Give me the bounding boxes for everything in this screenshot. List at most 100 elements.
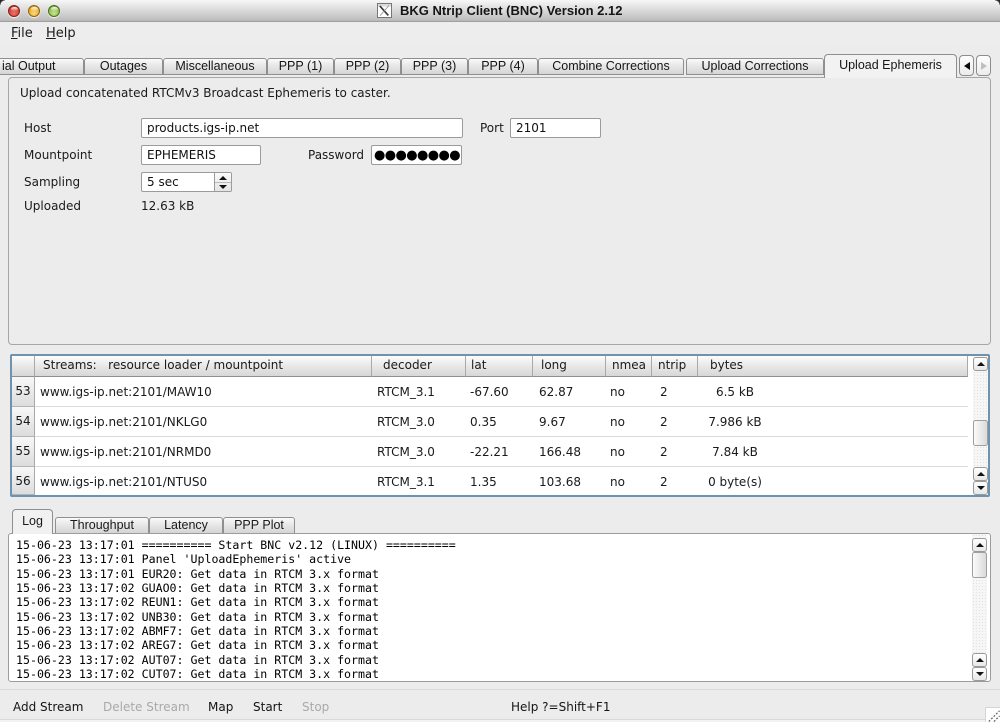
- down-arrow-icon: [977, 486, 985, 490]
- up-arrow-icon: [977, 472, 985, 476]
- host-label: Host: [24, 121, 51, 135]
- cell-long[interactable]: 62.87: [539, 377, 573, 407]
- log-scroll-up-button-2[interactable]: [972, 653, 987, 667]
- sampling-spinbox[interactable]: 5 sec: [141, 172, 232, 192]
- window-corner-right: [995, 0, 1000, 5]
- cell-nmea[interactable]: no: [610, 407, 625, 437]
- log-line: 15-06-23 13:17:02 AUT07: Get data in RTC…: [16, 653, 379, 667]
- cell-nmea[interactable]: no: [610, 377, 625, 407]
- cell-lat[interactable]: 1.35: [470, 467, 497, 497]
- tab-serial-output[interactable]: ial Output: [0, 58, 84, 75]
- close-button[interactable]: [8, 5, 20, 17]
- tab-ppp-2[interactable]: PPP (2): [334, 58, 401, 75]
- cell-ntrip[interactable]: 2: [660, 437, 668, 467]
- minimize-button[interactable]: [28, 5, 40, 17]
- cell-ntrip[interactable]: 2: [660, 407, 668, 437]
- cell-bytes[interactable]: 0 byte(s): [698, 467, 772, 497]
- row-header[interactable]: 54: [12, 407, 35, 437]
- mountpoint-label: Mountpoint: [24, 148, 92, 162]
- row-header[interactable]: 55: [12, 437, 35, 467]
- start-button[interactable]: Start: [253, 700, 282, 715]
- tab-ppp-3[interactable]: PPP (3): [401, 58, 468, 75]
- stop-button[interactable]: Stop: [302, 700, 329, 715]
- cell-bytes[interactable]: 7.986 kB: [698, 407, 772, 437]
- table-scroll-up-button[interactable]: [973, 357, 988, 371]
- cell-decoder[interactable]: RTCM_3.0: [377, 437, 435, 467]
- col-header-long[interactable]: long: [533, 356, 606, 377]
- cell-nmea[interactable]: no: [610, 467, 625, 497]
- add-stream-button[interactable]: Add Stream: [13, 700, 83, 715]
- left-arrow-icon: [964, 62, 970, 70]
- tab-ppp-4[interactable]: PPP (4): [468, 58, 538, 75]
- window-corner-left: [0, 0, 5, 5]
- cell-lat[interactable]: -22.21: [470, 437, 509, 467]
- table-scroll-up-button-2[interactable]: [973, 467, 988, 481]
- cell-ntrip[interactable]: 2: [660, 467, 668, 497]
- menu-file[interactable]: File: [11, 26, 33, 42]
- cell-mountpoint[interactable]: www.igs-ip.net:2101/NKLG0: [40, 407, 207, 437]
- port-label: Port: [480, 121, 504, 135]
- cell-mountpoint[interactable]: www.igs-ip.net:2101/MAW10: [40, 377, 212, 407]
- menu-help[interactable]: Help: [46, 26, 76, 42]
- zoom-button[interactable]: [48, 5, 60, 17]
- sampling-value: 5 sec: [147, 173, 179, 191]
- table-scroll-down-button[interactable]: [973, 481, 988, 495]
- cell-mountpoint[interactable]: www.igs-ip.net:2101/NTUS0: [40, 467, 207, 497]
- cell-long[interactable]: 103.68: [539, 467, 581, 497]
- tab-scroll-right-button[interactable]: [976, 55, 991, 76]
- cell-lat[interactable]: 0.35: [470, 407, 497, 437]
- log-line: 15-06-23 13:17:02 UNB30: Get data in RTC…: [16, 610, 379, 624]
- spin-down-button[interactable]: [215, 182, 231, 191]
- password-input[interactable]: ●●●●●●●●: [371, 145, 462, 165]
- tab-throughput[interactable]: Throughput: [55, 517, 149, 533]
- tab-miscellaneous[interactable]: Miscellaneous: [163, 58, 267, 75]
- tab-scroll-left-button[interactable]: [959, 55, 974, 76]
- cell-long[interactable]: 9.67: [539, 407, 566, 437]
- col-header-decoder[interactable]: decoder: [372, 356, 466, 377]
- row-header[interactable]: 56: [12, 467, 35, 495]
- tab-outages[interactable]: Outages: [84, 58, 163, 75]
- col-header-streams[interactable]: Streams: resource loader / mountpoint: [35, 356, 372, 377]
- window-title: BKG Ntrip Client (BNC) Version 2.12: [400, 3, 622, 18]
- tab-latency[interactable]: Latency: [149, 517, 223, 533]
- tab-log[interactable]: Log: [12, 509, 53, 534]
- cell-decoder[interactable]: RTCM_3.1: [377, 467, 435, 497]
- map-button[interactable]: Map: [208, 700, 233, 715]
- col-header-nmea[interactable]: nmea: [606, 356, 652, 377]
- col-header-ntrip[interactable]: ntrip: [652, 356, 698, 377]
- col-header-bytes[interactable]: bytes: [698, 356, 968, 377]
- port-input[interactable]: [510, 118, 601, 138]
- password-label: Password: [308, 148, 364, 162]
- log-scrollbar-thumb[interactable]: [972, 552, 987, 578]
- log-text[interactable]: 15-06-23 13:17:01 ========== Start BNC v…: [16, 538, 456, 681]
- tab-upload-ephemeris[interactable]: Upload Ephemeris: [824, 54, 957, 78]
- cell-bytes[interactable]: 6.5 kB: [698, 377, 772, 407]
- x11-app-icon: [377, 3, 392, 18]
- cell-decoder[interactable]: RTCM_3.1: [377, 377, 435, 407]
- tab-ppp-1[interactable]: PPP (1): [267, 58, 334, 75]
- spin-buttons: [214, 173, 231, 191]
- host-input[interactable]: [141, 118, 463, 138]
- log-line: 15-06-23 13:17:02 AREG7: Get data in RTC…: [16, 638, 379, 652]
- mountpoint-input[interactable]: [141, 145, 261, 165]
- log-scroll-up-button[interactable]: [972, 538, 987, 552]
- resize-grip[interactable]: [985, 707, 1000, 722]
- titlebar[interactable]: BKG Ntrip Client (BNC) Version 2.12: [0, 0, 1000, 22]
- tab-combine-corrections[interactable]: Combine Corrections: [538, 58, 684, 75]
- table-scrollbar-thumb[interactable]: [973, 420, 988, 446]
- tab-upload-corrections[interactable]: Upload Corrections: [686, 58, 824, 75]
- help-button[interactable]: Help ?=Shift+F1: [511, 700, 610, 715]
- tab-ppp-plot[interactable]: PPP Plot: [223, 517, 295, 533]
- cell-nmea[interactable]: no: [610, 437, 625, 467]
- cell-mountpoint[interactable]: www.igs-ip.net:2101/NRMD0: [40, 437, 211, 467]
- cell-long[interactable]: 166.48: [539, 437, 581, 467]
- right-arrow-icon: [981, 62, 987, 70]
- cell-ntrip[interactable]: 2: [660, 377, 668, 407]
- delete-stream-button[interactable]: Delete Stream: [103, 700, 190, 715]
- cell-lat[interactable]: -67.60: [470, 377, 509, 407]
- row-header[interactable]: 53: [12, 377, 35, 407]
- cell-bytes[interactable]: 7.84 kB: [698, 437, 772, 467]
- cell-decoder[interactable]: RTCM_3.0: [377, 407, 435, 437]
- col-header-lat[interactable]: lat: [466, 356, 533, 377]
- log-scroll-down-button[interactable]: [972, 667, 987, 681]
